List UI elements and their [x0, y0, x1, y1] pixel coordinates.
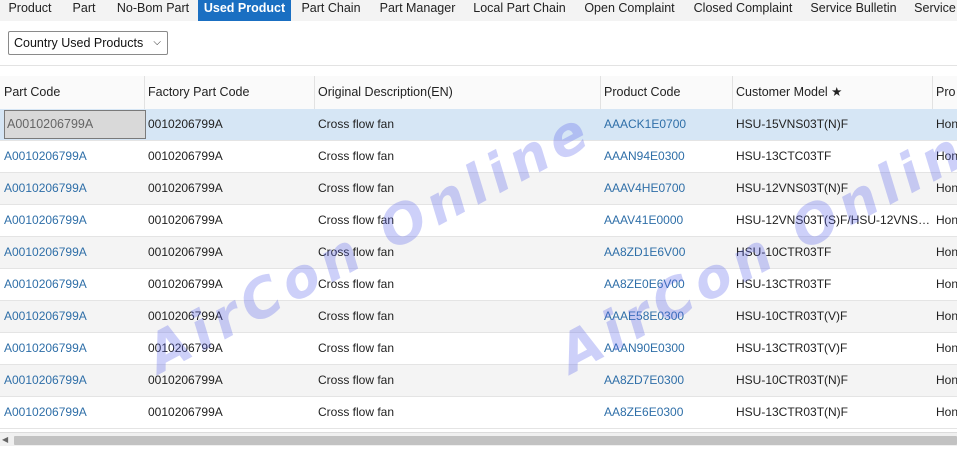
- tab-local-part-chain[interactable]: Local Part Chain: [464, 0, 575, 21]
- product-code-link[interactable]: AAAE58E0300: [600, 301, 732, 332]
- customer-model-cell: HSU-10CTR03TF: [736, 245, 832, 259]
- factory-part-code-cell: 0010206799A: [148, 309, 223, 323]
- product-code-link[interactable]: AA8ZE6E0300: [600, 397, 732, 428]
- product-code-link[interactable]: AAAN94E0300: [600, 141, 732, 172]
- description-cell: Cross flow fan: [318, 277, 395, 291]
- part-code-link[interactable]: A0010206799A: [0, 397, 144, 428]
- customer-model-cell: HSU-10CTR03T(V)F: [736, 309, 848, 323]
- tab-part[interactable]: Part: [60, 0, 108, 21]
- customer-model-cell: HSU-13CTR03TF: [736, 277, 832, 291]
- table-row[interactable]: A0010206799A 0010206799A Cross flow fan …: [0, 141, 957, 173]
- pro-cell: Hon: [936, 341, 957, 355]
- product-code-link[interactable]: AA8ZD7E0300: [600, 365, 732, 396]
- part-code-link[interactable]: A0010206799A: [0, 141, 144, 172]
- description-cell: Cross flow fan: [318, 405, 395, 419]
- country-products-select[interactable]: Country Used Products ⌵: [8, 31, 168, 55]
- product-code-link[interactable]: AAAN90E0300: [600, 333, 732, 364]
- table-row[interactable]: A0010206799A 0010206799A Cross flow fan …: [0, 365, 957, 397]
- description-cell: Cross flow fan: [318, 181, 395, 195]
- customer-model-cell: HSU-15VNS03T(N)F: [736, 117, 849, 131]
- table-row[interactable]: A0010206799A 0010206799A Cross flow fan …: [0, 173, 957, 205]
- product-code-link[interactable]: AA8ZE0E6V00: [600, 269, 732, 300]
- product-code-link[interactable]: AAACK1E0700: [600, 109, 732, 140]
- customer-model-cell: HSU-12VNS03T(N)F: [736, 181, 849, 195]
- tab-part-manager[interactable]: Part Manager: [371, 0, 464, 21]
- top-tab-bar: Product Part No-Bom Part Used Product Pa…: [0, 0, 957, 22]
- tab-used-product[interactable]: Used Product: [198, 0, 291, 21]
- used-products-grid: Part Code Factory Part Code Original Des…: [0, 76, 957, 432]
- tab-product[interactable]: Product: [0, 0, 60, 21]
- factory-part-code-cell: 0010206799A: [148, 373, 223, 387]
- factory-part-code-cell: 0010206799A: [148, 181, 223, 195]
- table-row[interactable]: A0010206799A 0010206799A Cross flow fan …: [0, 109, 957, 141]
- factory-part-code-cell: 0010206799A: [148, 213, 223, 227]
- description-cell: Cross flow fan: [318, 149, 395, 163]
- column-header-pro[interactable]: Pro: [932, 76, 957, 109]
- table-row[interactable]: A0010206799A 0010206799A Cross flow fan …: [0, 397, 957, 429]
- part-code-link[interactable]: A0010206799A: [0, 333, 144, 364]
- customer-model-cell: HSU-13CTR03T(N)F: [736, 405, 849, 419]
- part-code-link[interactable]: A0010206799A: [0, 269, 144, 300]
- pro-cell: Hon: [936, 117, 957, 131]
- tab-part-chain[interactable]: Part Chain: [291, 0, 371, 21]
- table-row[interactable]: A0010206799A 0010206799A Cross flow fan …: [0, 333, 957, 365]
- product-code-link[interactable]: AAAV41E0000: [600, 205, 732, 236]
- table-row[interactable]: A0010206799A 0010206799A Cross flow fan …: [0, 205, 957, 237]
- description-cell: Cross flow fan: [318, 245, 395, 259]
- pro-cell: Hon: [936, 309, 957, 323]
- pro-cell: Hon: [936, 181, 957, 195]
- description-cell: Cross flow fan: [318, 341, 395, 355]
- product-code-link[interactable]: AA8ZD1E6V00: [600, 237, 732, 268]
- factory-part-code-cell: 0010206799A: [148, 341, 223, 355]
- description-cell: Cross flow fan: [318, 309, 395, 323]
- tab-open-complaint[interactable]: Open Complaint: [575, 0, 684, 21]
- pro-cell: Hon: [936, 405, 957, 419]
- factory-part-code-cell: 0010206799A: [148, 277, 223, 291]
- horizontal-scrollbar[interactable]: ◀: [0, 432, 957, 447]
- column-header-original-description[interactable]: Original Description(EN): [314, 76, 601, 109]
- part-code-link[interactable]: A0010206799A: [0, 237, 144, 268]
- part-code-link[interactable]: A0010206799A: [0, 301, 144, 332]
- part-code-link[interactable]: A0010206799A: [0, 173, 144, 204]
- part-code-cell[interactable]: A0010206799A: [4, 110, 146, 139]
- customer-model-cell: HSU-13CTC03TF: [736, 149, 832, 163]
- factory-part-code-cell: 0010206799A: [148, 149, 223, 163]
- bottom-strip: [0, 446, 957, 456]
- tab-service-bulletin[interactable]: Service Bulletin: [802, 0, 905, 21]
- column-header-customer-model[interactable]: Customer Model ★: [732, 76, 933, 109]
- filter-area: Country Used Products ⌵: [0, 21, 957, 66]
- factory-part-code-cell: 0010206799A: [148, 405, 223, 419]
- factory-part-code-cell: 0010206799A: [148, 245, 223, 259]
- scroll-left-arrow-icon[interactable]: ◀: [2, 435, 8, 444]
- column-header-factory-part-code[interactable]: Factory Part Code: [144, 76, 315, 109]
- table-row[interactable]: A0010206799A 0010206799A Cross flow fan …: [0, 237, 957, 269]
- scrollbar-thumb[interactable]: [14, 436, 957, 445]
- description-cell: Cross flow fan: [318, 117, 395, 131]
- pro-cell: Hon: [936, 245, 957, 259]
- customer-model-cell: HSU-10CTR03T(N)F: [736, 373, 849, 387]
- pro-cell: Hon: [936, 277, 957, 291]
- part-code-link[interactable]: A0010206799A: [0, 205, 144, 236]
- product-code-link[interactable]: AAAV4HE0700: [600, 173, 732, 204]
- chevron-down-icon: ⌵: [153, 37, 161, 48]
- pro-cell: Hon: [936, 373, 957, 387]
- pro-cell: Hon: [936, 149, 957, 163]
- description-cell: Cross flow fan: [318, 373, 395, 387]
- tab-service[interactable]: Service: [905, 0, 957, 21]
- column-header-part-code[interactable]: Part Code: [0, 76, 145, 109]
- tab-closed-complaint[interactable]: Closed Complaint: [684, 0, 802, 21]
- tab-no-bom-part[interactable]: No-Bom Part: [108, 0, 198, 21]
- column-header-product-code[interactable]: Product Code: [600, 76, 733, 109]
- pro-cell: Hon: [936, 213, 957, 227]
- table-row[interactable]: A0010206799A 0010206799A Cross flow fan …: [0, 301, 957, 333]
- select-value: Country Used Products: [14, 36, 144, 50]
- part-code-link[interactable]: A0010206799A: [0, 365, 144, 396]
- grid-header: Part Code Factory Part Code Original Des…: [0, 76, 957, 110]
- table-row[interactable]: A0010206799A 0010206799A Cross flow fan …: [0, 269, 957, 301]
- description-cell: Cross flow fan: [318, 213, 395, 227]
- factory-part-code-cell: 0010206799A: [148, 117, 223, 131]
- customer-model-cell: HSU-12VNS03T(S)F/HSU-12VNS0...: [736, 213, 932, 227]
- customer-model-cell: HSU-13CTR03T(V)F: [736, 341, 848, 355]
